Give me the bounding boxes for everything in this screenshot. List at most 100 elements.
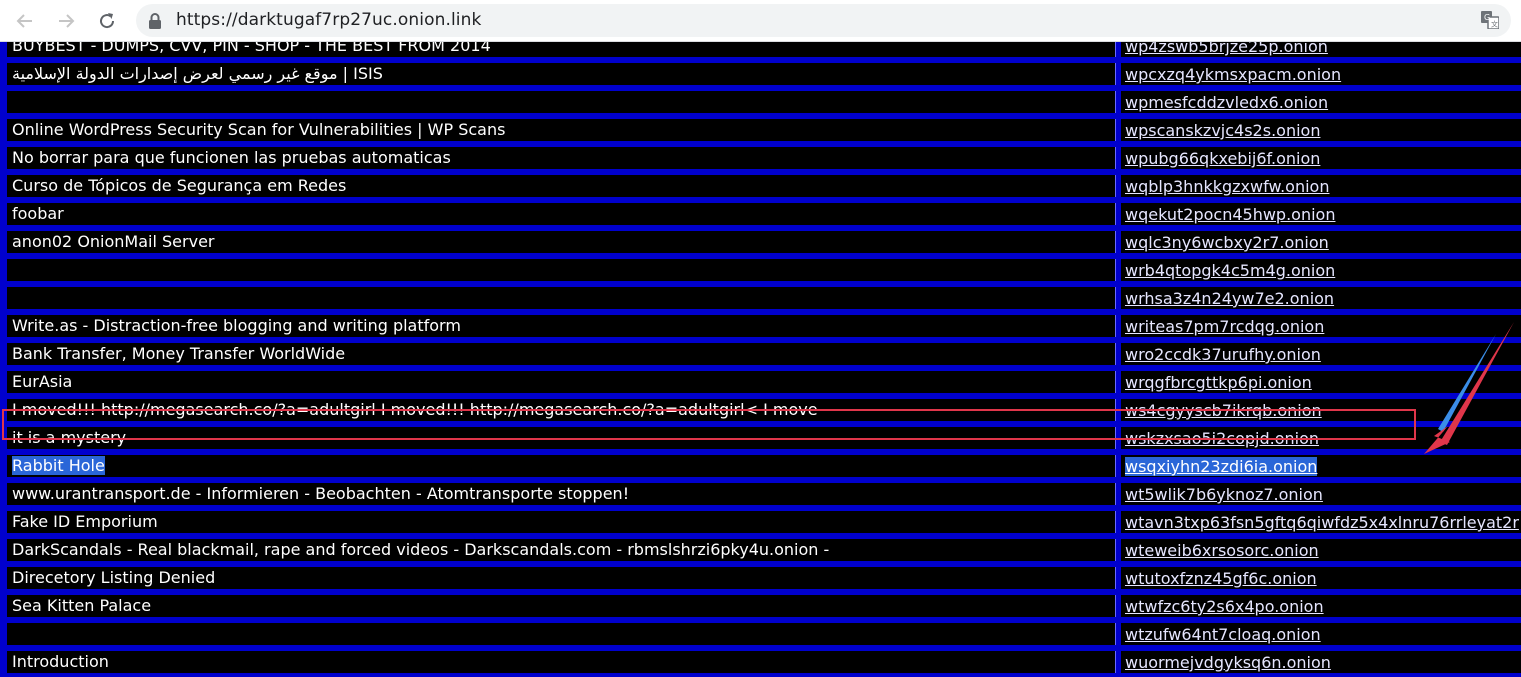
forward-button[interactable]	[53, 8, 79, 34]
table-row: Rabbit Hole wsqxiyhn23zdi6ia.onion	[0, 452, 1521, 480]
onion-link[interactable]: ws4cgyyscb7ikrqb.onion	[1125, 401, 1322, 420]
title-cell: No borrar para que funcionen las pruebas…	[7, 147, 1116, 169]
link-cell: wuormejvdgyksq6n.onion	[1121, 651, 1521, 673]
address-bar[interactable]: https://darktugaf7rp27uc.onion.link G 文	[136, 4, 1511, 37]
site-title: it is a mystery	[12, 428, 127, 447]
table-row: it is a mystery wskzxsao5i2copjd.onion	[0, 424, 1521, 452]
onion-link[interactable]: wskzxsao5i2copjd.onion	[1125, 429, 1319, 448]
title-cell: موقع غير رسمي لعرض إصدارات الدولة الإسلا…	[7, 63, 1116, 85]
link-cell: wt5wlik7b6yknoz7.onion	[1121, 483, 1521, 505]
onion-link[interactable]: writeas7pm7rcdqg.onion	[1125, 317, 1324, 336]
link-cell: wpubg66qkxebij6f.onion	[1121, 147, 1521, 169]
onion-link[interactable]: wuormejvdgyksq6n.onion	[1125, 653, 1331, 672]
onion-link[interactable]: wrqgfbrcgttkp6pi.onion	[1125, 373, 1312, 392]
onion-link[interactable]: wro2ccdk37urufhy.onion	[1125, 345, 1321, 364]
onion-link[interactable]: wtwfzc6ty2s6x4po.onion	[1125, 597, 1324, 616]
forward-arrow-icon	[59, 14, 75, 28]
onion-link[interactable]: wpubg66qkxebij6f.onion	[1125, 149, 1320, 168]
onion-link-table: BUYBEST - DUMPS, CVV, PIN - SHOP - THE B…	[0, 42, 1521, 677]
site-title: Online WordPress Security Scan for Vulne…	[12, 120, 506, 139]
link-cell: wtavn3txp63fsn5gftq6qiwfdz5x4xlnru76rrle…	[1121, 511, 1521, 533]
link-cell: wpmesfcddzvledx6.onion	[1121, 91, 1521, 113]
onion-link[interactable]: wtzufw64nt7cloaq.onion	[1125, 625, 1321, 644]
table-row: Direcetory Listing Denied wtutoxfznz45gf6…	[0, 564, 1521, 592]
title-cell: I moved!!! http://megasearch.co/?a=adult…	[7, 399, 1116, 421]
title-cell	[7, 623, 1116, 645]
link-cell: wtutoxfznz45gf6c.onion	[1121, 567, 1521, 589]
onion-link[interactable]: wqekut2pocn45hwp.onion	[1125, 205, 1335, 224]
title-cell: Introduction	[7, 651, 1116, 673]
title-cell: Bank Transfer, Money Transfer WorldWide	[7, 343, 1116, 365]
svg-text:G: G	[1484, 13, 1490, 22]
site-title: Bank Transfer, Money Transfer WorldWide	[12, 344, 346, 363]
table-row: BUYBEST - DUMPS, CVV, PIN - SHOP - THE B…	[0, 42, 1521, 60]
site-title: www.urantransport.de - Informieren - Beo…	[12, 484, 630, 503]
browser-toolbar: https://darktugaf7rp27uc.onion.link G 文	[0, 0, 1521, 42]
site-title: موقع غير رسمي لعرض إصدارات الدولة الإسلا…	[12, 64, 383, 83]
url-text[interactable]: https://darktugaf7rp27uc.onion.link	[176, 10, 481, 30]
link-cell: wtwfzc6ty2s6x4po.onion	[1121, 595, 1521, 617]
title-cell: BUYBEST - DUMPS, CVV, PIN - SHOP - THE B…	[7, 42, 1116, 57]
title-cell: Fake ID Emporium	[7, 511, 1116, 533]
link-cell: wpcxzq4ykmsxpacm.onion	[1121, 63, 1521, 85]
title-cell: Sea Kitten Palace	[7, 595, 1116, 617]
onion-link[interactable]: wqblp3hnkkgzxwfw.onion	[1125, 177, 1329, 196]
back-button[interactable]	[12, 8, 38, 34]
site-title: BUYBEST - DUMPS, CVV, PIN - SHOP - THE B…	[12, 42, 491, 55]
table-row: EurAsia wrqgfbrcgttkp6pi.onion	[0, 368, 1521, 396]
site-title: Write.as - Distraction-free blogging and…	[12, 316, 461, 335]
table-row: موقع غير رسمي لعرض إصدارات الدولة الإسلا…	[0, 60, 1521, 88]
onion-link[interactable]: wt5wlik7b6yknoz7.onion	[1125, 485, 1323, 504]
title-cell: www.urantransport.de - Informieren - Beo…	[7, 483, 1116, 505]
link-cell: wrqgfbrcgttkp6pi.onion	[1121, 371, 1521, 393]
onion-link[interactable]: wsqxiyhn23zdi6ia.onion	[1125, 457, 1318, 476]
table-row: wpmesfcddzvledx6.onion	[0, 88, 1521, 116]
lock-icon	[149, 13, 161, 29]
title-cell: anon02 OnionMail Server	[7, 231, 1116, 253]
table-row: wtzufw64nt7cloaq.onion	[0, 620, 1521, 648]
onion-link[interactable]: wtavn3txp63fsn5gftq6qiwfdz5x4xlnru76rrle…	[1125, 513, 1519, 532]
onion-link[interactable]: wpcxzq4ykmsxpacm.onion	[1125, 65, 1341, 84]
onion-link[interactable]: wteweib6xrsosorc.onion	[1125, 541, 1319, 560]
link-cell: wqekut2pocn45hwp.onion	[1121, 203, 1521, 225]
onion-link[interactable]: wp4zswb5brjze25p.onion	[1125, 42, 1328, 56]
title-cell: Online WordPress Security Scan for Vulne…	[7, 119, 1116, 141]
site-title: foobar	[12, 204, 64, 223]
onion-link[interactable]: wpmesfcddzvledx6.onion	[1125, 93, 1328, 112]
link-cell: writeas7pm7rcdqg.onion	[1121, 315, 1521, 337]
link-cell: wteweib6xrsosorc.onion	[1121, 539, 1521, 561]
title-cell	[7, 91, 1116, 113]
onion-link[interactable]: wqlc3ny6wcbxy2r7.onion	[1125, 233, 1329, 252]
link-cell: wsqxiyhn23zdi6ia.onion	[1121, 455, 1521, 477]
table-row: wrhsa3z4n24yw7e2.onion	[0, 284, 1521, 312]
back-arrow-icon	[16, 14, 32, 28]
site-title: anon02 OnionMail Server	[12, 232, 215, 251]
reload-button[interactable]	[94, 8, 120, 34]
table-row: Fake ID Emporium wtavn3txp63fsn5gftq6qiwf…	[0, 508, 1521, 536]
table-row: Introduction wuormejvdgyksq6n.onion	[0, 648, 1521, 676]
table-row: wrb4qtopgk4c5m4g.onion	[0, 256, 1521, 284]
site-title: Sea Kitten Palace	[12, 596, 152, 615]
title-cell: DarkScandals - Real blackmail, rape and …	[7, 539, 1116, 561]
title-cell: Direcetory Listing Denied	[7, 567, 1116, 589]
table-row: Bank Transfer, Money Transfer WorldWide w…	[0, 340, 1521, 368]
title-cell: Write.as - Distraction-free blogging and…	[7, 315, 1116, 337]
translate-icon[interactable]: G 文	[1481, 11, 1499, 29]
table-row: foobar wqekut2pocn45hwp.onion	[0, 200, 1521, 228]
onion-link[interactable]: wrhsa3z4n24yw7e2.onion	[1125, 289, 1334, 308]
link-cell: wskzxsao5i2copjd.onion	[1121, 427, 1521, 449]
table-row: No borrar para que funcionen las pruebas…	[0, 144, 1521, 172]
onion-link[interactable]: wtutoxfznz45gf6c.onion	[1125, 569, 1317, 588]
reload-icon	[100, 13, 115, 29]
title-cell: Rabbit Hole	[7, 455, 1116, 477]
site-title: DarkScandals - Real blackmail, rape and …	[12, 540, 830, 559]
onion-link[interactable]: wpscanskzvjc4s2s.onion	[1125, 121, 1320, 140]
link-cell: wqblp3hnkkgzxwfw.onion	[1121, 175, 1521, 197]
table-row: Online WordPress Security Scan for Vulne…	[0, 116, 1521, 144]
site-title: Fake ID Emporium	[12, 512, 158, 531]
table-row: Sea Kitten Palace wtwfzc6ty2s6x4po.onion	[0, 592, 1521, 620]
onion-link[interactable]: wrb4qtopgk4c5m4g.onion	[1125, 261, 1335, 280]
title-cell: foobar	[7, 203, 1116, 225]
table-row: Write.as - Distraction-free blogging and…	[0, 312, 1521, 340]
link-cell: wtzufw64nt7cloaq.onion	[1121, 623, 1521, 645]
